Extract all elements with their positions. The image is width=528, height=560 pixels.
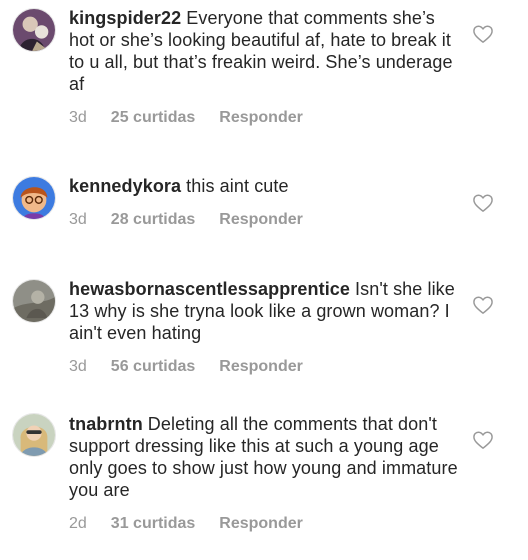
comment-meta: 3d 25 curtidas Responder bbox=[69, 109, 465, 127]
user-avatar-icon bbox=[13, 177, 55, 219]
comment-username[interactable]: kingspider22 bbox=[69, 8, 181, 28]
comment-likes[interactable]: 28 curtidas bbox=[111, 211, 195, 229]
comment-text: kingspider22 Everyone that comments she’s… bbox=[69, 7, 465, 95]
comment-text: hewasbornascentlessapprentice Isn't she l… bbox=[69, 278, 465, 344]
avatar[interactable] bbox=[12, 413, 56, 457]
comment-time[interactable]: 3d bbox=[69, 358, 87, 376]
avatar[interactable] bbox=[12, 279, 56, 323]
heart-outline-icon bbox=[473, 194, 493, 212]
comment-likes[interactable]: 56 curtidas bbox=[111, 358, 195, 376]
avatar[interactable] bbox=[12, 8, 56, 52]
avatar[interactable] bbox=[12, 176, 56, 220]
comment-likes[interactable]: 25 curtidas bbox=[111, 109, 195, 127]
comment-text: tnabrntn Deleting all the comments that d… bbox=[69, 413, 465, 501]
like-button[interactable] bbox=[472, 24, 494, 44]
user-avatar-icon bbox=[13, 280, 55, 322]
heart-outline-icon bbox=[473, 25, 493, 43]
heart-outline-icon bbox=[473, 296, 493, 314]
comment-meta: 3d 28 curtidas Responder bbox=[69, 211, 465, 229]
comment-time[interactable]: 3d bbox=[69, 109, 87, 127]
like-button[interactable] bbox=[472, 430, 494, 450]
reply-button[interactable]: Responder bbox=[219, 358, 303, 376]
like-button[interactable] bbox=[472, 193, 494, 213]
reply-button[interactable]: Responder bbox=[219, 211, 303, 229]
comment-text: kennedykora this aint cute bbox=[69, 175, 465, 197]
user-avatar-icon bbox=[13, 9, 55, 51]
comment-username[interactable]: kennedykora bbox=[69, 176, 181, 196]
reply-button[interactable]: Responder bbox=[219, 515, 303, 533]
comment-username[interactable]: hewasbornascentlessapprentice bbox=[69, 279, 350, 299]
comment-likes[interactable]: 31 curtidas bbox=[111, 515, 195, 533]
reply-button[interactable]: Responder bbox=[219, 109, 303, 127]
like-button[interactable] bbox=[472, 295, 494, 315]
comment-body: this aint cute bbox=[186, 176, 289, 196]
comment-meta: 3d 56 curtidas Responder bbox=[69, 358, 465, 376]
comment-time[interactable]: 2d bbox=[69, 515, 87, 533]
comment-username[interactable]: tnabrntn bbox=[69, 414, 143, 434]
comment-time[interactable]: 3d bbox=[69, 211, 87, 229]
heart-outline-icon bbox=[473, 431, 493, 449]
user-avatar-icon bbox=[13, 414, 55, 456]
comment-meta: 2d 31 curtidas Responder bbox=[69, 515, 465, 533]
